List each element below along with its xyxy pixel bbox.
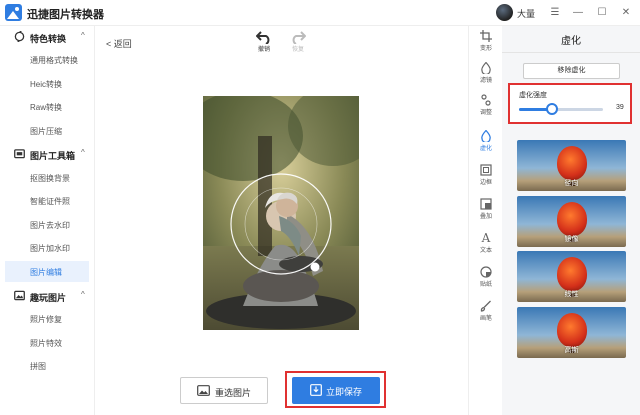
- sidebar-item-id-photo[interactable]: 智能证件照: [5, 190, 89, 211]
- sidebar-item-format-convert[interactable]: 通用格式转换: [5, 49, 89, 70]
- preset-mirror[interactable]: 镜像: [517, 196, 626, 247]
- save-icon: [310, 384, 322, 396]
- image-icon: [197, 385, 210, 396]
- tool-adjust[interactable]: 调整: [469, 94, 503, 116]
- brush-icon: [480, 300, 491, 312]
- category-fun-images[interactable]: 趣玩图片 ^: [0, 285, 95, 307]
- preset-gaussian[interactable]: 高斯: [517, 307, 626, 358]
- tool-border[interactable]: 边框: [469, 164, 503, 186]
- chevron-left-icon: <: [106, 39, 114, 49]
- sidebar-item-compress[interactable]: 图片压缩: [5, 120, 89, 141]
- edited-photo: [203, 96, 359, 330]
- tool-text[interactable]: A 文本: [469, 232, 503, 254]
- balloon-thumbnail: [557, 202, 587, 236]
- category-feature-convert[interactable]: 特色转换 ^: [0, 26, 95, 48]
- sidebar-item-remove-watermark[interactable]: 图片去水印: [5, 214, 89, 235]
- preset-linear[interactable]: 线性: [517, 251, 626, 302]
- chevron-up-icon: ^: [81, 31, 85, 40]
- blur-strength-label: 虚化强度: [519, 92, 547, 99]
- undo-button[interactable]: 撤销: [249, 30, 279, 53]
- tool-filter[interactable]: 滤镜: [469, 62, 503, 84]
- sidebar-item-photo-effects[interactable]: 照片特效: [5, 332, 89, 353]
- back-button[interactable]: < 返回: [106, 37, 132, 50]
- toolbox-icon: [14, 149, 25, 159]
- remove-blur-button[interactable]: 移除虚化: [523, 63, 620, 79]
- minimize-button[interactable]: —: [569, 4, 587, 22]
- sidebar-item-add-watermark[interactable]: 图片加水印: [5, 237, 89, 258]
- divider: [502, 52, 640, 53]
- save-now-button[interactable]: 立即保存: [292, 377, 380, 404]
- sticker-icon: [480, 266, 492, 278]
- title-bar: 迅捷图片转换器 大量 ☰ — ☐ ✕: [0, 0, 640, 26]
- redo-icon: [292, 31, 306, 44]
- category-label: 图片工具箱: [30, 151, 76, 161]
- sidebar-item-photo-repair[interactable]: 照片修复: [5, 308, 89, 329]
- category-label: 趣玩图片: [30, 293, 67, 303]
- panel-title: 虚化: [561, 36, 581, 47]
- redo-button[interactable]: 恢复: [283, 30, 313, 53]
- undo-icon: [256, 31, 270, 44]
- balloon-thumbnail: [557, 146, 587, 180]
- sidebar-item-image-edit[interactable]: 图片编辑: [5, 261, 89, 282]
- adjust-icon: [481, 94, 491, 106]
- reselect-image-button[interactable]: 重选图片: [180, 377, 268, 404]
- category-toolbox[interactable]: 图片工具箱 ^: [0, 143, 95, 165]
- sync-icon: [14, 31, 25, 42]
- menu-icon[interactable]: ☰: [546, 4, 564, 22]
- blur-strength-slider[interactable]: [519, 103, 603, 115]
- app-logo-icon: [5, 4, 22, 21]
- sidebar-item-raw[interactable]: Raw转换: [5, 96, 89, 117]
- balloon-thumbnail: [557, 257, 587, 291]
- user-avatar[interactable]: [496, 4, 513, 21]
- tool-sticker[interactable]: 贴纸: [469, 266, 503, 288]
- overlay-icon: [480, 198, 492, 210]
- user-name[interactable]: 大量: [517, 7, 535, 20]
- sidebar-item-cutout[interactable]: 抠图换背景: [5, 167, 89, 188]
- blur-panel: 虚化 移除虚化 虚化强度 39 径向 镜像 线性 高斯: [502, 26, 640, 415]
- balloon-thumbnail: [557, 313, 587, 347]
- tool-brush[interactable]: 画笔: [469, 300, 503, 322]
- photo-canvas[interactable]: [203, 96, 359, 330]
- border-icon: [480, 164, 492, 176]
- blur-drop-icon: [481, 130, 491, 142]
- crop-icon: [480, 30, 492, 42]
- sidebar-item-heic[interactable]: Heic转换: [5, 73, 89, 94]
- tool-sidebar: 变形 滤镜 调整 虚化 边框 叠加 A 文本 贴纸 画笔: [468, 26, 502, 415]
- sidebar-item-collage[interactable]: 拼图: [5, 355, 89, 376]
- tool-transform[interactable]: 变形: [469, 30, 503, 52]
- tool-overlay[interactable]: 叠加: [469, 198, 503, 220]
- sidebar: 特色转换 ^ 通用格式转换 Heic转换 Raw转换 图片压缩 图片工具箱 ^ …: [0, 26, 95, 415]
- tool-blur[interactable]: 虚化: [469, 130, 503, 152]
- text-icon: A: [481, 231, 491, 245]
- category-label: 特色转换: [30, 34, 67, 44]
- maximize-button[interactable]: ☐: [593, 4, 611, 22]
- filter-icon: [481, 62, 491, 74]
- chevron-up-icon: ^: [81, 148, 85, 157]
- preset-radial[interactable]: 径向: [517, 140, 626, 191]
- image-icon: [14, 290, 25, 301]
- chevron-up-icon: ^: [81, 290, 85, 299]
- blur-strength-value: 39: [616, 104, 624, 111]
- app-title: 迅捷图片转换器: [27, 9, 104, 21]
- close-button[interactable]: ✕: [617, 4, 635, 22]
- slider-thumb[interactable]: [545, 103, 558, 115]
- blur-strength-control: 虚化强度 39: [508, 83, 632, 124]
